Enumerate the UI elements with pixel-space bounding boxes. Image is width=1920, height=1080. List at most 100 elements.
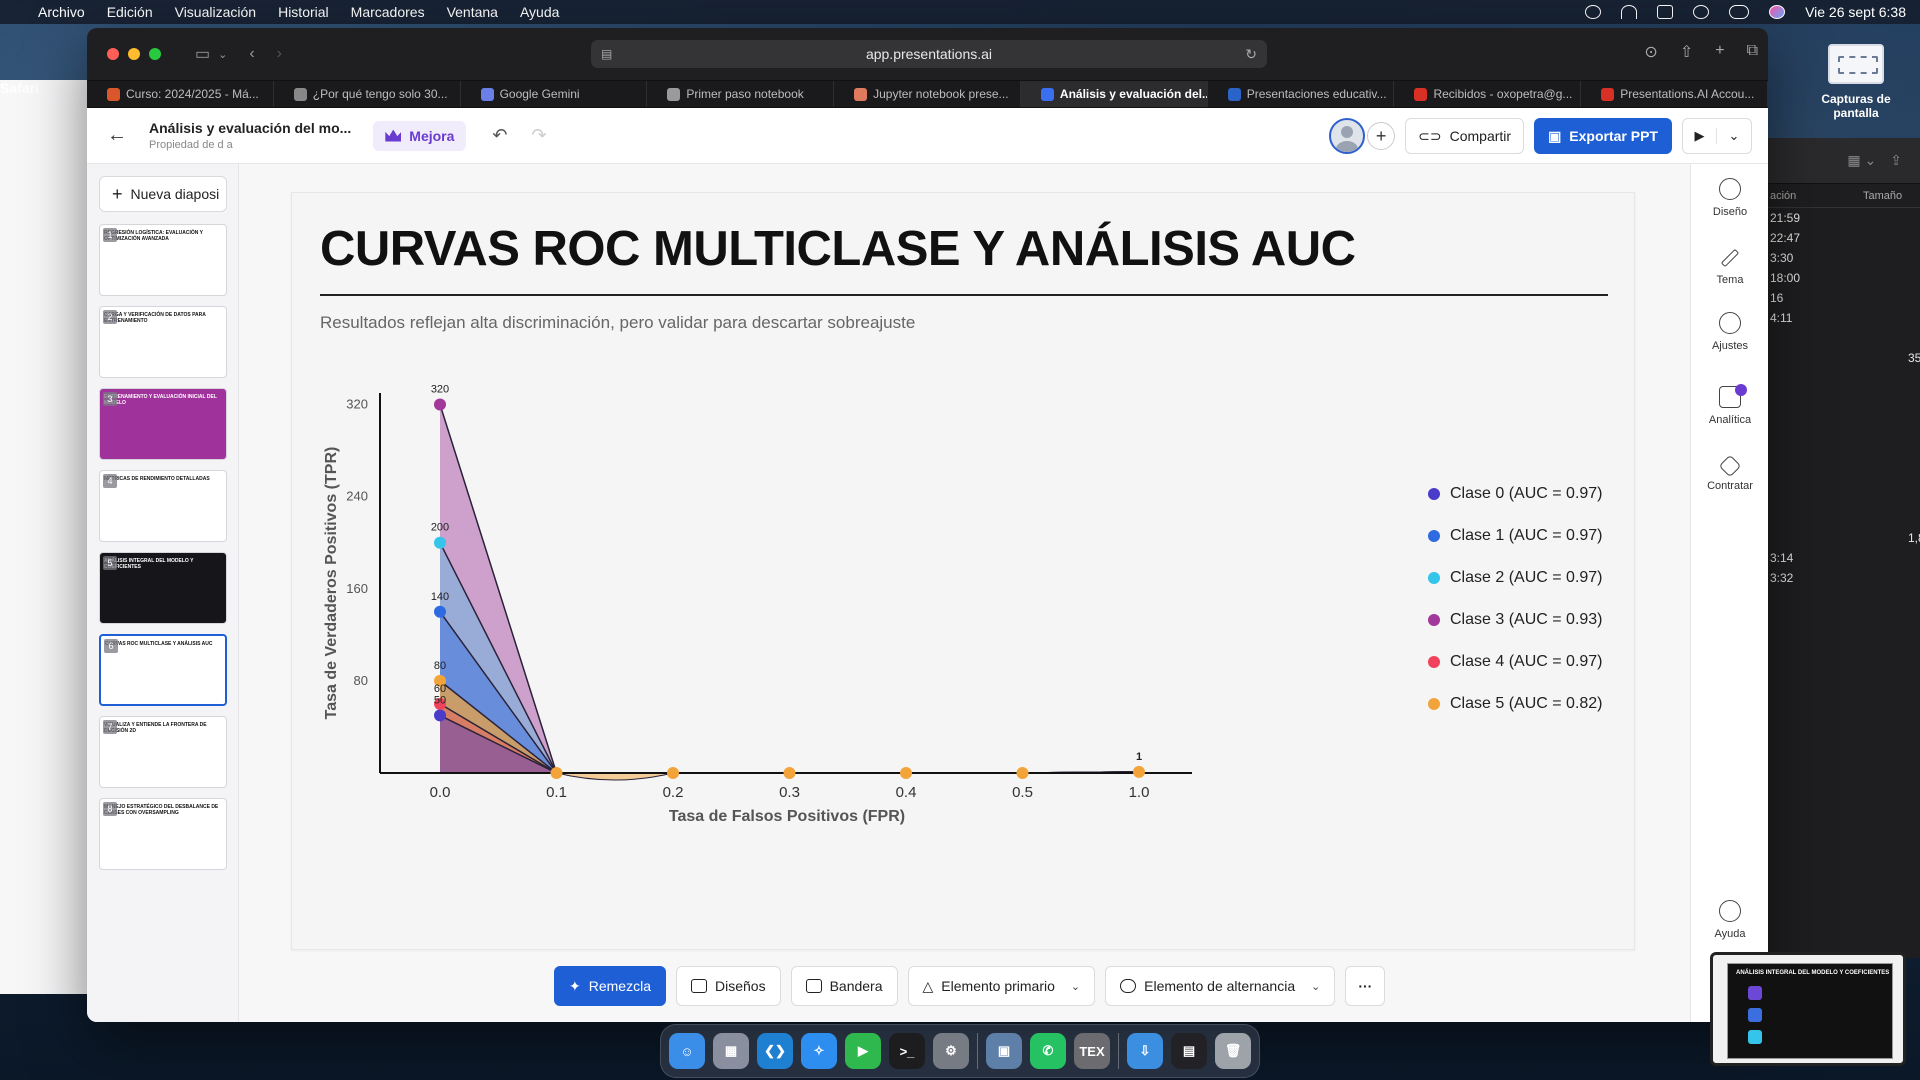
downloads-icon[interactable]: ⊙ xyxy=(1644,42,1657,62)
wifi-icon[interactable] xyxy=(1621,5,1638,19)
avatar[interactable] xyxy=(1329,118,1366,154)
upgrade-button[interactable]: Mejora xyxy=(373,120,467,151)
browser-tab[interactable]: Recibidos - oxopetra@g... xyxy=(1394,81,1582,107)
finder-row[interactable]: 16 xyxy=(1768,288,1920,308)
reload-icon[interactable]: ↻ xyxy=(1245,46,1257,63)
slide-thumbnail[interactable]: 3 ENTRENAMIENTO Y EVALUACIÓN INICIAL DEL … xyxy=(99,388,227,460)
finder-col-size[interactable]: Tamaño xyxy=(1863,190,1902,202)
slide-thumbnail[interactable]: 1 REGRESIÓN LOGÍSTICA: EVALUACIÓN Y OPTIM… xyxy=(99,224,227,296)
slide-thumbnail[interactable]: 5 ANÁLISIS INTEGRAL DEL MODELO Y COEFICIE… xyxy=(99,552,227,624)
finder-row[interactable] xyxy=(1768,448,1920,468)
finder-row[interactable]: 4:11 xyxy=(1768,308,1920,328)
dock-preview-icon[interactable]: ▣ xyxy=(986,1033,1022,1069)
menu-ayuda[interactable]: Ayuda xyxy=(520,4,559,20)
data-point[interactable] xyxy=(434,536,446,549)
menu-edicion[interactable]: Edición xyxy=(107,4,153,20)
finder-row[interactable] xyxy=(1768,488,1920,508)
sidebar-toggle-icon[interactable]: ▭ xyxy=(195,44,210,64)
dock-finder-icon[interactable]: ☺ xyxy=(669,1033,705,1069)
rail-analytics[interactable]: Analítica xyxy=(1691,384,1768,426)
tab-overview-icon[interactable]: ⧉ xyxy=(1747,42,1758,62)
browser-tab[interactable]: Jupyter notebook prese... xyxy=(834,81,1021,107)
battery-icon[interactable] xyxy=(1657,5,1674,19)
data-point[interactable] xyxy=(783,767,796,779)
share-icon[interactable]: ⇧ xyxy=(1680,42,1693,62)
chevron-down-icon[interactable]: ⌄ xyxy=(1717,128,1751,144)
undo-icon[interactable]: ↶ xyxy=(492,125,507,146)
finder-row[interactable] xyxy=(1768,428,1920,448)
browser-tab[interactable]: Análisis y evaluación del... xyxy=(1020,81,1208,107)
more-options-button[interactable]: ··· xyxy=(1345,966,1386,1006)
rail-design[interactable]: Diseño xyxy=(1691,178,1768,218)
browser-tab[interactable]: Presentations.AI Accou... xyxy=(1581,81,1768,107)
finder-row[interactable]: 22:47 xyxy=(1768,228,1920,248)
rail-settings[interactable]: Ajustes xyxy=(1691,312,1768,352)
legend-entry[interactable]: Clase 4 (AUC = 0.97) xyxy=(1428,651,1628,673)
forward-icon[interactable]: › xyxy=(277,45,282,63)
dock-launchpad-icon[interactable]: ▦ xyxy=(713,1033,749,1069)
finder-row[interactable]: 355 xyxy=(1768,348,1920,368)
back-icon[interactable]: ‹ xyxy=(249,45,254,63)
finder-col-date[interactable]: ación xyxy=(1768,190,1863,202)
dock-safari-icon[interactable]: ✧ xyxy=(801,1033,837,1069)
browser-tab[interactable]: Curso: 2024/2025 - Má... xyxy=(87,81,274,107)
zoom-window-button[interactable] xyxy=(149,48,161,60)
dock-system-settings-icon[interactable]: ⚙ xyxy=(933,1033,969,1069)
legend-entry[interactable]: Clase 3 (AUC = 0.93) xyxy=(1428,609,1628,631)
finder-row[interactable] xyxy=(1768,408,1920,428)
rail-theme[interactable]: Tema xyxy=(1691,248,1768,286)
search-icon[interactable] xyxy=(1693,5,1710,19)
finder-row[interactable] xyxy=(1768,328,1920,348)
data-point[interactable] xyxy=(1016,767,1029,779)
redo-icon[interactable]: ↷ xyxy=(532,125,547,146)
menu-clock[interactable]: Vie 26 sept 6:38 xyxy=(1805,4,1906,20)
menu-visualizacion[interactable]: Visualización xyxy=(175,4,256,20)
dock-downloads-icon[interactable]: ⇩ xyxy=(1127,1033,1163,1069)
rail-help[interactable]: Ayuda xyxy=(1691,900,1768,940)
play-status-icon[interactable] xyxy=(1585,5,1602,19)
siri-icon[interactable] xyxy=(1769,5,1786,19)
minimize-window-button[interactable] xyxy=(128,48,140,60)
dock-activity-icon[interactable]: ▤ xyxy=(1171,1033,1207,1069)
share-icon[interactable]: ⇪ xyxy=(1890,152,1902,169)
finder-row[interactable]: 18:00 xyxy=(1768,268,1920,288)
dock-whatsapp-icon[interactable]: ✆ xyxy=(1030,1033,1066,1069)
export-ppt-button[interactable]: ▣ Exportar PPT xyxy=(1534,118,1672,154)
browser-tab[interactable]: Primer paso notebook xyxy=(647,81,835,107)
finder-row[interactable] xyxy=(1768,468,1920,488)
legend-entry[interactable]: Clase 2 (AUC = 0.97) xyxy=(1428,567,1628,589)
finder-row[interactable] xyxy=(1768,368,1920,388)
new-tab-icon[interactable]: + xyxy=(1715,42,1724,62)
screenshot-preview[interactable]: ANÁLISIS INTEGRAL DEL MODELO Y COEFICIEN… xyxy=(1710,952,1906,1066)
slide-thumbnail[interactable]: 8 MANEJO ESTRATÉGICO DEL DESBALANCE DE CL… xyxy=(99,798,227,870)
toggle-element-button[interactable]: Elemento de alternancia ⌄ xyxy=(1105,966,1336,1006)
dock-trash-icon[interactable]: 🗑 xyxy=(1215,1033,1251,1069)
menu-historial[interactable]: Historial xyxy=(278,4,329,20)
slide-thumbnail[interactable]: 4 MÉTRICAS DE RENDIMIENTO DETALLADAS xyxy=(99,470,227,542)
slide-thumbnail[interactable]: 6 CURVAS ROC MULTICLASE Y ANÁLISIS AUC xyxy=(99,634,227,706)
data-point[interactable] xyxy=(1133,765,1145,778)
legend-entry[interactable]: Clase 5 (AUC = 0.82) xyxy=(1428,693,1628,715)
browser-tab[interactable]: Presentaciones educativ... xyxy=(1208,81,1395,107)
document-title-block[interactable]: Análisis y evaluación del mo... Propieda… xyxy=(149,120,351,151)
address-bar[interactable]: ▤ app.presentations.ai ↻ xyxy=(591,40,1267,68)
finder-row[interactable]: 1,8 xyxy=(1768,528,1920,548)
remix-button[interactable]: ✦ Remezcla xyxy=(554,966,666,1006)
finder-row[interactable] xyxy=(1768,508,1920,528)
dock-vscode-icon[interactable]: ❮❯ xyxy=(757,1033,793,1069)
finder-row[interactable] xyxy=(1768,388,1920,408)
data-point[interactable] xyxy=(434,605,446,618)
finder-row[interactable]: 3:14 xyxy=(1768,548,1920,568)
finder-row[interactable]: 21:59 xyxy=(1768,208,1920,228)
data-point[interactable] xyxy=(434,709,446,722)
desktop-screenshots-folder[interactable]: Capturas de pantalla xyxy=(1806,44,1906,120)
rail-hire[interactable]: Contratar xyxy=(1691,454,1768,492)
add-collaborator-icon[interactable]: + xyxy=(1367,122,1396,150)
data-point[interactable] xyxy=(434,398,446,411)
menu-ventana[interactable]: Ventana xyxy=(447,4,498,20)
menu-archivo[interactable]: Archivo xyxy=(38,4,85,20)
dock-tex-icon[interactable]: TEX xyxy=(1074,1033,1110,1069)
page-settings-icon[interactable]: ▤ xyxy=(601,47,612,61)
play-icon[interactable]: ▶ xyxy=(1683,128,1717,144)
data-point[interactable] xyxy=(667,767,679,779)
